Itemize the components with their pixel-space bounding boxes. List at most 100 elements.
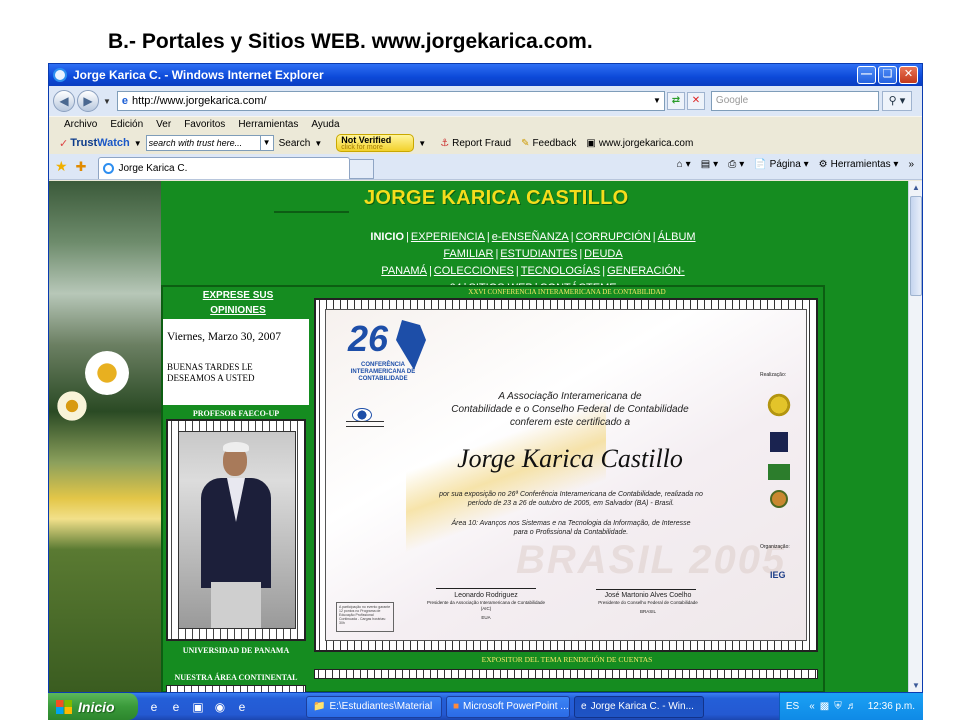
home-button[interactable]: ⌂ ▾	[677, 159, 691, 170]
start-button[interactable]: Inicio	[48, 693, 138, 720]
search-button[interactable]: ⚲ ▾	[881, 91, 912, 111]
vertical-scrollbar[interactable]: ▲ ▼	[908, 181, 922, 692]
ie-quicklaunch-icon-2[interactable]: e	[168, 699, 184, 715]
page-menu[interactable]: 📄 Página ▾	[754, 159, 808, 170]
task-powerpoint[interactable]: ■ Microsoft PowerPoint ...	[446, 695, 570, 718]
favorites-star-icon[interactable]: ★	[55, 158, 68, 175]
certificate-intro: A Associação Interamericana de Contabili…	[430, 390, 710, 429]
ie-logo-icon	[53, 68, 67, 82]
menu-archivo[interactable]: Archivo	[64, 119, 97, 130]
ie-quicklaunch-icon[interactable]: e	[146, 699, 162, 715]
badge-menu-icon[interactable]: ▼	[418, 139, 426, 148]
certificate-image: 26 CONFERÊNCIA INTERAMERICANA DE CONTABI…	[325, 309, 807, 641]
realization-label: Realização:	[760, 372, 787, 378]
security-shield-icon[interactable]: ⛨	[834, 701, 842, 712]
stop-button[interactable]: ✕	[686, 92, 705, 110]
restore-button[interactable]: ❏	[878, 66, 897, 84]
start-label: Inicio	[78, 698, 115, 715]
certificate-frame: 26 CONFERÊNCIA INTERAMERICANA DE CONTABI…	[314, 298, 818, 652]
menu-herramientas[interactable]: Herramientas	[238, 119, 298, 130]
tray-arrow-icon[interactable]: «	[809, 701, 815, 712]
expositor-caption: EXPOSITOR DEL TEMA RENDICIÓN DE CUENTAS	[481, 655, 653, 664]
toolbar-overflow-icon[interactable]: »	[908, 159, 914, 170]
trustwatch-search-button[interactable]: Search	[279, 138, 311, 149]
history-dropdown-icon[interactable]: ▼	[103, 97, 111, 106]
nav-tecnologias[interactable]: TECNOLOGÍAS	[521, 265, 600, 277]
close-button[interactable]: ✕	[899, 66, 918, 84]
site-info[interactable]: ▣ www.jorgekarica.com	[586, 138, 693, 149]
photo-legs	[211, 582, 261, 628]
refresh-button[interactable]: ⇄	[666, 92, 685, 110]
menu-favoritos[interactable]: Favoritos	[184, 119, 225, 130]
nav-estudiantes[interactable]: ESTUDIANTES	[500, 248, 577, 260]
aic-emblem-icon	[352, 408, 372, 422]
certificate-area-line2: para o Profissional da Contabilidade.	[513, 529, 629, 536]
nav-colecciones[interactable]: COLECCIONES	[434, 265, 514, 277]
forward-button[interactable]: ▶	[77, 90, 99, 112]
scroll-down-icon[interactable]: ▼	[909, 679, 922, 692]
language-indicator[interactable]: ES	[786, 701, 799, 712]
trustwatch-search-menu-icon[interactable]: ▼	[314, 139, 322, 148]
back-button[interactable]: ◀	[53, 90, 75, 112]
nav-inicio[interactable]: INICIO	[370, 231, 404, 243]
conference-logo: 26	[348, 318, 426, 370]
scroll-up-icon[interactable]: ▲	[909, 181, 922, 195]
greeting-line2: DESEAMOS A USTED	[167, 373, 255, 383]
network-icon[interactable]: ▩	[820, 701, 829, 712]
tab-row: ★ ✚ Jorge Karica C. ⌂ ▾ ▤ ▾ ⎙ ▾ 📄 Página ▾ ⚙…	[49, 154, 922, 180]
not-verified-badge[interactable]: Not Verified click for more	[336, 134, 415, 152]
ie-quicklaunch-icon-3[interactable]: e	[234, 699, 250, 715]
report-fraud-button[interactable]: ⚓ Report Fraud	[440, 138, 511, 149]
volume-icon[interactable]: ♬	[847, 701, 857, 712]
add-favorites-icon[interactable]: ✚	[76, 159, 87, 175]
not-verified-sublabel: click for more	[341, 144, 383, 151]
photo-hair	[223, 442, 249, 452]
quick-launch: e e ▣ ◉ e	[146, 699, 306, 715]
command-bar: ⌂ ▾ ▤ ▾ ⎙ ▾ 📄 Página ▾ ⚙ Herramientas ▾ »	[667, 159, 914, 170]
nav-e-ensenanza[interactable]: e-ENSEÑANZA	[492, 231, 569, 243]
scroll-thumb[interactable]	[910, 196, 922, 296]
task-explorer[interactable]: 📁 E:\Estudiantes\Material	[306, 695, 442, 718]
certificate-exposition-line2: período de 23 a 26 de outubro de 2005, e…	[467, 500, 675, 507]
task-explorer-label: E:\Estudiantes\Material	[329, 700, 433, 712]
feeds-button[interactable]: ▤ ▾	[701, 159, 718, 170]
print-button[interactable]: ⎙ ▾	[728, 159, 744, 170]
tools-gear-icon: ⚙	[818, 159, 828, 170]
page-icon: e	[121, 95, 129, 107]
task-internet-explorer[interactable]: e Jorge Karica C. - Win...	[574, 695, 704, 718]
tab-jorge-karica[interactable]: Jorge Karica C.	[98, 157, 351, 179]
trustwatch-search-dropdown-icon[interactable]: ▼	[259, 136, 273, 150]
professor-caption: PROFESOR FAECO-UP	[192, 409, 280, 418]
menu-ver[interactable]: Ver	[156, 119, 171, 130]
organization-label: Organização:	[760, 544, 790, 550]
opinion-link[interactable]: EXPRESE SUS OPINIONES	[193, 288, 283, 318]
nav-experiencia[interactable]: EXPERIENCIA	[411, 231, 485, 243]
trustwatch-menu-icon[interactable]: ▼	[134, 139, 142, 148]
title-bar[interactable]: Jorge Karica C. - Windows Internet Explo…	[49, 64, 922, 86]
minimize-button[interactable]: —	[857, 66, 876, 84]
conference-logo-number: 26	[348, 318, 389, 359]
menu-edicion[interactable]: Edición	[110, 119, 143, 130]
slide-title: B.- Portales y Sitios WEB. www.jorgekari…	[108, 30, 593, 53]
site-icon: ▣	[586, 137, 596, 149]
ie-window: Jorge Karica C. - Windows Internet Explo…	[48, 63, 923, 693]
feedback-button[interactable]: ✎ Feedback	[521, 138, 576, 149]
nav-corrupcion[interactable]: CORRUPCIÓN	[576, 231, 651, 243]
media-icon[interactable]: ◉	[212, 699, 228, 715]
address-row: ◀ ▶ ▼ e http://www.jorgekarica.com/ ▼ ⇄ …	[49, 86, 922, 116]
address-url[interactable]: http://www.jorgekarica.com/	[132, 92, 653, 110]
menu-ayuda[interactable]: Ayuda	[311, 119, 339, 130]
trustwatch-logo[interactable]: ✓ Trust Watch	[59, 137, 130, 150]
trustwatch-search-value: search with trust here...	[148, 138, 243, 148]
trustwatch-search-input[interactable]: search with trust here... ▼	[145, 135, 274, 151]
desktop-icon[interactable]: ▣	[190, 699, 206, 715]
task-internet-explorer-label: Jorge Karica C. - Win...	[590, 700, 694, 712]
new-tab-button[interactable]	[350, 159, 375, 179]
left-column: EXPRESE SUS OPINIONES Viernes, Marzo 30,…	[163, 285, 309, 692]
search-input[interactable]: Google	[710, 91, 879, 111]
clock[interactable]: 12:36 p.m.	[868, 701, 915, 712]
address-dropdown-icon[interactable]: ▼	[653, 92, 661, 110]
tab-ie-icon	[103, 163, 115, 174]
tools-menu[interactable]: ⚙ Herramientas ▾	[819, 159, 899, 170]
address-bar[interactable]: e http://www.jorgekarica.com/ ▼	[116, 91, 665, 111]
